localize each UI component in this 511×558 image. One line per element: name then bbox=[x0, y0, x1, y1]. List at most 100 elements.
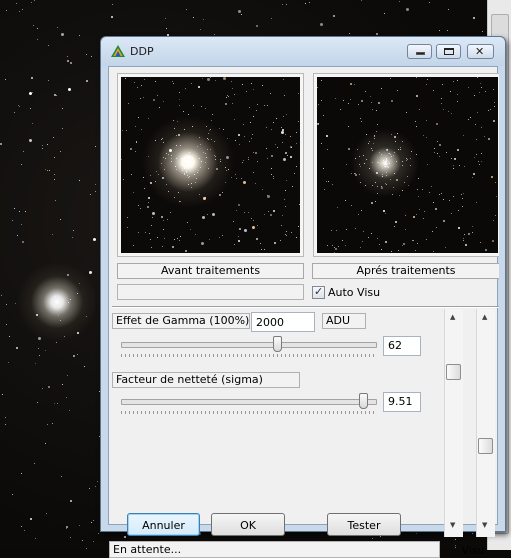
close-button[interactable]: ✕ bbox=[467, 44, 494, 59]
star-dot bbox=[38, 348, 39, 349]
star-dot bbox=[391, 251, 392, 252]
star-dot bbox=[449, 200, 450, 201]
star-dot bbox=[484, 136, 485, 137]
star-dot bbox=[60, 151, 61, 152]
star-dot bbox=[185, 163, 186, 164]
star-dot bbox=[199, 194, 200, 195]
star-dot bbox=[162, 246, 163, 247]
star-dot bbox=[157, 237, 158, 238]
star-dot bbox=[72, 237, 73, 238]
star-dot bbox=[135, 126, 136, 127]
star-dot bbox=[66, 528, 67, 529]
star-dot bbox=[360, 182, 361, 183]
star-dot bbox=[331, 230, 332, 231]
star-dot bbox=[200, 29, 201, 30]
star-dot bbox=[212, 213, 215, 216]
sharpness-slider[interactable] bbox=[121, 393, 377, 415]
star-dot bbox=[371, 148, 372, 149]
vertical-scrollbar-right[interactable]: ▲ ▼ bbox=[476, 309, 495, 537]
star-dot bbox=[446, 152, 447, 153]
star-dot bbox=[205, 108, 206, 109]
scroll-down-arrow-icon[interactable]: ▼ bbox=[482, 521, 487, 529]
star-dot bbox=[5, 79, 6, 80]
star-dot bbox=[448, 9, 449, 10]
gamma-slider-ticks bbox=[121, 354, 375, 357]
star-dot bbox=[419, 209, 420, 210]
star-dot bbox=[138, 117, 139, 118]
star-dot bbox=[55, 200, 56, 201]
star-dot bbox=[282, 142, 283, 143]
window-title: DDP bbox=[130, 45, 154, 58]
star-dot bbox=[5, 417, 6, 418]
star-dot bbox=[67, 60, 69, 62]
star-dot bbox=[77, 332, 79, 334]
scrollbar-thumb[interactable] bbox=[446, 364, 461, 380]
star-dot bbox=[404, 182, 405, 183]
star-dot bbox=[67, 375, 68, 376]
star-dot bbox=[214, 155, 215, 156]
star-dot bbox=[443, 109, 444, 110]
gamma-slider-thumb[interactable] bbox=[273, 336, 282, 352]
star-dot bbox=[273, 178, 274, 179]
checkbox-box[interactable]: ✓ bbox=[312, 285, 325, 299]
sharpness-slider-value[interactable]: 9.51 bbox=[383, 392, 421, 412]
star-dot bbox=[37, 28, 38, 29]
star-dot bbox=[468, 119, 469, 120]
star-dot bbox=[445, 247, 446, 248]
cancel-button[interactable]: Annuler bbox=[127, 513, 200, 536]
star-dot bbox=[402, 165, 403, 166]
star-dot bbox=[180, 145, 181, 146]
star-dot bbox=[184, 158, 185, 159]
star-dot bbox=[277, 147, 278, 148]
title-bar[interactable]: DDP ✕ bbox=[101, 37, 505, 66]
star-dot bbox=[232, 88, 233, 89]
star-dot bbox=[355, 158, 356, 159]
star-dot bbox=[47, 144, 48, 145]
star-dot bbox=[494, 106, 495, 107]
scroll-up-arrow-icon[interactable]: ▲ bbox=[450, 313, 455, 321]
minimize-button[interactable] bbox=[407, 44, 432, 59]
star-dot bbox=[383, 160, 384, 161]
test-button[interactable]: Tester bbox=[327, 513, 401, 536]
star-dot bbox=[151, 247, 152, 248]
star-dot bbox=[54, 179, 55, 180]
scrollbar-thumb[interactable] bbox=[478, 438, 493, 454]
star-dot bbox=[338, 246, 339, 247]
gamma-slider[interactable] bbox=[121, 336, 377, 358]
star-dot bbox=[183, 111, 184, 112]
star-dot bbox=[5, 424, 6, 425]
star-dot bbox=[207, 78, 210, 81]
star-dot bbox=[193, 105, 194, 106]
star-dot bbox=[373, 143, 374, 144]
star-dot bbox=[274, 242, 276, 244]
star-dot bbox=[185, 167, 186, 168]
star-dot bbox=[77, 293, 78, 294]
preview-before-image[interactable] bbox=[121, 77, 300, 253]
sharpness-slider-thumb[interactable] bbox=[359, 393, 368, 409]
star-dot bbox=[372, 150, 373, 151]
star-dot bbox=[34, 0, 35, 1]
star-dot bbox=[112, 4, 113, 5]
star-dot bbox=[457, 94, 458, 95]
gamma-slider-track[interactable] bbox=[121, 342, 377, 348]
star-dot bbox=[419, 109, 420, 110]
star-dot bbox=[184, 168, 185, 169]
sharpness-slider-track[interactable] bbox=[121, 399, 377, 405]
ok-button[interactable]: OK bbox=[211, 513, 285, 536]
vertical-scrollbar-left[interactable]: ▲ ▼ bbox=[444, 309, 463, 537]
star-dot bbox=[188, 184, 189, 185]
star-dot bbox=[31, 77, 33, 79]
star-dot bbox=[150, 182, 152, 184]
gamma-adu-input[interactable] bbox=[251, 312, 315, 332]
maximize-button[interactable] bbox=[436, 44, 461, 59]
scroll-up-arrow-icon[interactable]: ▲ bbox=[482, 313, 487, 321]
preview-after-image[interactable] bbox=[317, 77, 498, 253]
star-dot bbox=[233, 221, 234, 222]
star-dot bbox=[14, 112, 15, 113]
gamma-slider-value[interactable]: 62 bbox=[383, 336, 421, 356]
star-dot bbox=[385, 167, 386, 168]
star-dot bbox=[481, 161, 482, 162]
star-dot bbox=[198, 86, 200, 88]
star-dot bbox=[226, 97, 227, 98]
scroll-down-arrow-icon[interactable]: ▼ bbox=[450, 521, 455, 529]
